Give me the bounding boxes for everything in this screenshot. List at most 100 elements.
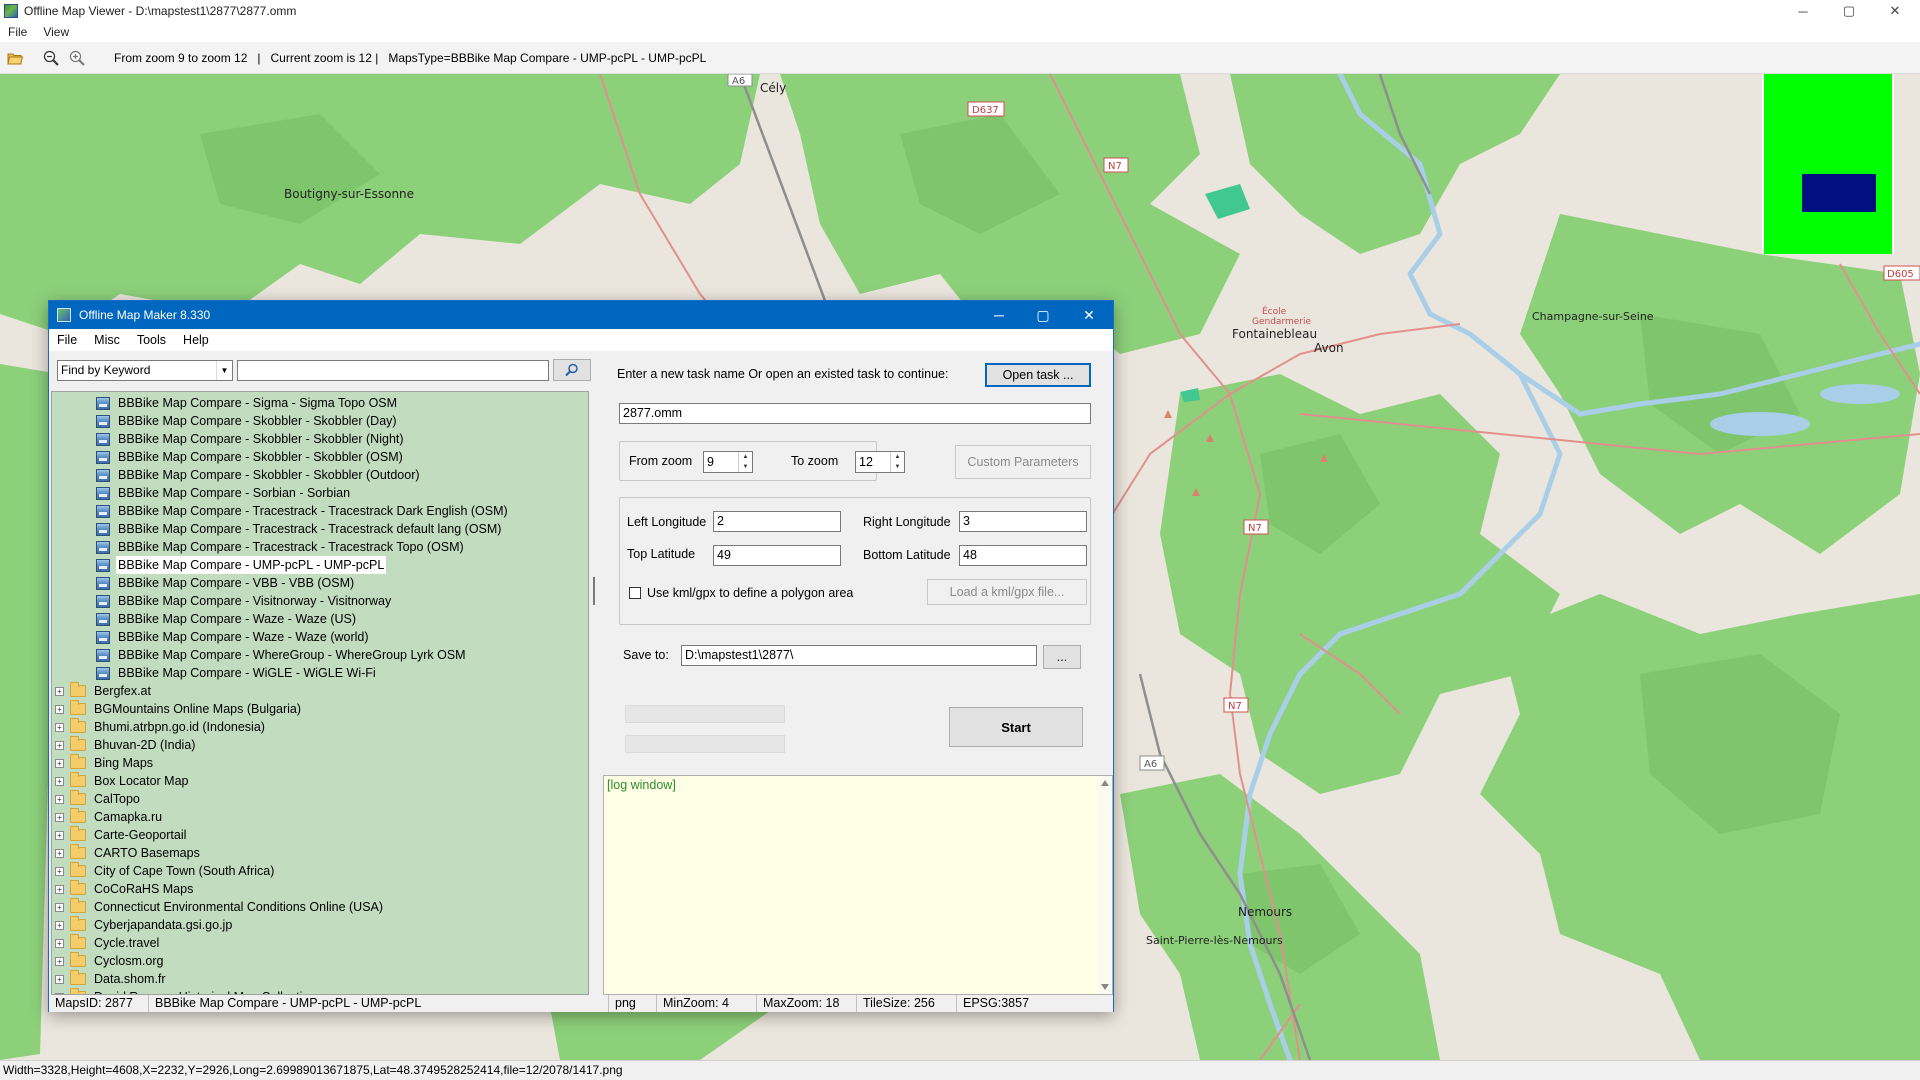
tree-item-map[interactable]: BBBike Map Compare - VBB - VBB (OSM) [96,574,356,592]
tree-folder-label: CARTO Basemaps [94,846,200,860]
tree-item-folder[interactable]: + CoCoRaHS Maps [55,880,195,898]
custom-parameters-button[interactable]: Custom Parameters [955,445,1091,479]
folder-icon [70,808,86,823]
browse-button[interactable]: ... [1043,645,1081,669]
overview-minimap[interactable] [1762,74,1894,254]
tree-item-map[interactable]: BBBike Map Compare - Skobbler - Skobbler… [96,412,399,430]
tree-item-folder[interactable]: + City of Cape Town (South Africa) [55,862,276,880]
minimize-button[interactable]: ─ [1780,0,1826,22]
expand-icon[interactable]: + [55,848,64,858]
tree-item-map[interactable]: BBBike Map Compare - WiGLE - WiGLE Wi-Fi [96,664,378,682]
expand-icon[interactable]: + [55,722,64,732]
log-scrollbar[interactable] [1098,776,1112,994]
tree-item-folder[interactable]: + Bing Maps [55,754,155,772]
map-tile-icon [96,540,110,554]
menu-view[interactable]: View [35,25,77,39]
tree-item-folder[interactable]: + Box Locator Map [55,772,191,790]
map-tile-icon [96,414,110,428]
tree-item-folder[interactable]: + Bergfex.at [55,682,153,700]
start-button[interactable]: Start [949,707,1083,747]
tree-item-folder[interactable]: + BGMountains Online Maps (Bulgaria) [55,700,303,718]
dialog-menu-file[interactable]: File [49,333,86,347]
log-window[interactable]: [log window] [603,775,1113,995]
tree-item-folder[interactable]: + Data.shom.fr [55,970,168,988]
expand-icon[interactable]: + [55,758,64,768]
to-zoom-spinner[interactable]: 12 ▲ ▼ [855,451,905,473]
tree-item-folder[interactable]: + Carte-Geoportail [55,826,188,844]
tree-item-map[interactable]: BBBike Map Compare - Waze - Waze (world) [96,628,371,646]
chevron-down-icon[interactable]: ▼ [216,360,232,380]
tree-item-folder[interactable]: + CalTopo [55,790,142,808]
task-name-input[interactable]: 2877.omm [619,403,1091,424]
tree-item-map[interactable]: BBBike Map Compare - Skobbler - Skobbler… [96,430,406,448]
from-zoom-spinner[interactable]: 9 ▲ ▼ [703,451,753,473]
tree-item-folder[interactable]: + Bhuvan-2D (India) [55,736,197,754]
expand-icon[interactable]: + [55,776,64,786]
find-mode-select[interactable]: Find by Keyword ▼ [57,359,233,381]
tree-item-folder[interactable]: + Connecticut Environmental Conditions On… [55,898,385,916]
tree-item-map[interactable]: BBBike Map Compare - Skobbler - Skobbler… [96,448,405,466]
kml-polygon-checkbox[interactable] [629,587,641,599]
load-kml-button[interactable]: Load a kml/gpx file... [927,579,1087,605]
expand-icon[interactable]: + [55,794,64,804]
expand-icon[interactable]: + [55,938,64,948]
app-icon [4,4,18,18]
top-latitude-input[interactable]: 49 [713,545,841,566]
dialog-close-button[interactable]: ✕ [1067,301,1111,329]
tree-item-folder[interactable]: + Cyberjapandata.gsi.go.jp [55,916,234,934]
right-longitude-input[interactable]: 3 [959,511,1087,532]
right-longitude-label: Right Longitude [863,515,951,529]
dialog-menu-help[interactable]: Help [175,333,218,347]
left-longitude-input[interactable]: 2 [713,511,841,532]
expand-icon[interactable]: + [55,704,64,714]
tree-item-map[interactable]: BBBike Map Compare - Sorbian - Sorbian [96,484,352,502]
zoom-in-icon[interactable] [66,47,88,69]
tree-item-map[interactable]: BBBike Map Compare - Tracestrack - Trace… [96,502,510,520]
tree-item-folder[interactable]: + Cyclosm.org [55,952,165,970]
tree-item-folder[interactable]: + Cycle.travel [55,934,161,952]
tree-item-map[interactable]: BBBike Map Compare - WhereGroup - WhereG… [96,646,468,664]
expand-icon[interactable]: + [55,686,64,696]
tree-item-map[interactable]: BBBike Map Compare - Tracestrack - Trace… [96,538,466,556]
expand-icon[interactable]: + [55,866,64,876]
tree-item-map[interactable]: BBBike Map Compare - Sigma - Sigma Topo … [96,394,399,412]
close-button[interactable]: ✕ [1872,0,1918,22]
bottom-latitude-input[interactable]: 48 [959,545,1087,566]
tree-item-folder[interactable]: + CARTO Basemaps [55,844,202,862]
tree-item-map[interactable]: BBBike Map Compare - Tracestrack - Trace… [96,520,503,538]
expand-icon[interactable]: + [55,884,64,894]
expand-icon[interactable]: + [55,740,64,750]
zoom-out-icon[interactable] [40,47,62,69]
spinner-arrows-icon[interactable]: ▲ ▼ [738,452,752,472]
tree-item-map[interactable]: BBBike Map Compare - UMP-pcPL - UMP-pcPL [96,556,387,574]
tree-item-folder[interactable]: + Camapka.ru [55,808,164,826]
tree-item-folder[interactable]: +David Rumsey Historical Map Collection [55,988,318,994]
expand-icon[interactable]: + [55,830,64,840]
open-folder-icon[interactable] [4,47,26,69]
expand-icon[interactable]: + [55,902,64,912]
minimap-viewport[interactable] [1802,174,1876,212]
expand-icon[interactable]: + [55,920,64,930]
tree-item-map[interactable]: BBBike Map Compare - Visitnorway - Visit… [96,592,393,610]
open-task-button[interactable]: Open task ... [985,363,1091,387]
expand-icon[interactable]: + [55,974,64,984]
place-label-nemours: Nemours [1238,905,1292,919]
tree-scrollbar[interactable] [589,391,599,995]
map-source-tree[interactable]: BBBike Map Compare - Sigma - Sigma Topo … [51,391,589,995]
tree-item-folder[interactable]: + Bhumi.atrbpn.go.id (Indonesia) [55,718,267,736]
tree-item-map[interactable]: BBBike Map Compare - Skobbler - Skobbler… [96,466,422,484]
expand-icon[interactable]: + [55,812,64,822]
maximize-button[interactable]: ▢ [1826,0,1872,22]
dialog-minimize-button[interactable]: ─ [977,301,1021,329]
keyword-input[interactable] [237,359,549,381]
expand-icon[interactable]: + [55,956,64,966]
dialog-menu-tools[interactable]: Tools [129,333,175,347]
spinner-arrows-icon[interactable]: ▲ ▼ [890,452,904,472]
tree-item-label: BBBike Map Compare - Sigma - Sigma Topo … [118,396,398,410]
dialog-maximize-button[interactable]: ▢ [1021,301,1065,329]
dialog-menu-misc[interactable]: Misc [86,333,129,347]
tree-item-map[interactable]: BBBike Map Compare - Waze - Waze (US) [96,610,358,628]
save-path-input[interactable]: D:\mapstest1\2877\ [681,645,1037,666]
find-button[interactable] [553,359,591,381]
menu-file[interactable]: File [0,25,35,39]
